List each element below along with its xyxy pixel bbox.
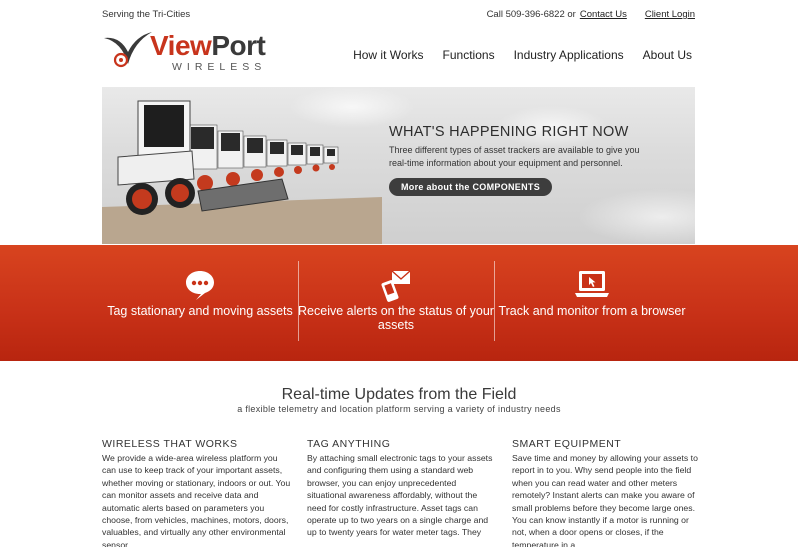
logo-view-text: View <box>150 30 212 61</box>
hero-description: Three different types of asset trackers … <box>389 145 640 168</box>
chat-bubble-icon <box>186 271 214 300</box>
column-heading: TAG ANYTHING <box>307 438 391 450</box>
client-login-link[interactable]: Client Login <box>645 9 695 20</box>
contact-us-link[interactable]: Contact Us <box>580 9 627 20</box>
nav-how-it-works[interactable]: How it Works <box>353 48 423 62</box>
phone-mail-icon <box>381 270 411 302</box>
section-subtitle: a flexible telemetry and location platfo… <box>237 404 561 414</box>
logo-subtitle: WIRELESS <box>172 61 267 73</box>
top-contact: Call 509-396-6822 or Contact Us Client L… <box>487 9 695 20</box>
laptop-icon <box>575 271 609 297</box>
tagline: Serving the Tri-Cities <box>102 9 191 20</box>
logo-wordmark: ViewPort <box>150 30 266 62</box>
top-bar: Serving the Tri-Cities Call 509-396-6822… <box>0 0 798 28</box>
column-wireless: WIRELESS THAT WORKS We provide a wide-ar… <box>102 438 292 547</box>
feature-label: Tag stationary and moving assets <box>107 304 293 318</box>
nav-industry-applications[interactable]: Industry Applications <box>514 48 624 62</box>
feature-track-monitor[interactable]: Track and monitor from a browser <box>494 245 690 361</box>
nav-about-us[interactable]: About Us <box>643 48 692 62</box>
components-button[interactable]: More about the COMPONENTS <box>389 178 553 196</box>
column-tag-anything: TAG ANYTHING By attaching small electron… <box>307 438 497 539</box>
main-nav: How it Works Functions Industry Applicat… <box>353 48 692 62</box>
phone-text: Call 509-396-6822 or <box>486 9 576 20</box>
logo-port-text: Port <box>211 30 266 61</box>
column-heading: SMART EQUIPMENT <box>512 438 622 450</box>
feature-receive-alerts[interactable]: Receive alerts on the status of your ass… <box>298 245 494 361</box>
features-band: Tag stationary and moving assets Receive… <box>0 245 798 361</box>
feature-tag-assets[interactable]: Tag stationary and moving assets <box>102 245 298 361</box>
column-body: By attaching small electronic tags to yo… <box>307 453 493 538</box>
column-body: We provide a wide-area wireless platform… <box>102 453 291 547</box>
column-smart-equipment: SMART EQUIPMENT Save time and money by a… <box>512 438 702 547</box>
column-heading: WIRELESS THAT WORKS <box>102 438 238 450</box>
logo-mark-icon <box>104 32 152 68</box>
section-title: Real-time Updates from the Field <box>281 386 517 403</box>
hero-banner: WHAT'S HAPPENING RIGHT NOW Three differe… <box>102 87 695 244</box>
feature-label: Track and monitor from a browser <box>498 304 686 318</box>
column-body: Save time and money by allowing your ass… <box>512 453 698 547</box>
skid-steer-loaders-image <box>102 100 382 244</box>
feature-label: Receive alerts on the status of your ass… <box>298 304 494 332</box>
hero-title: WHAT'S HAPPENING RIGHT NOW <box>389 124 629 140</box>
logo[interactable]: ViewPort WIRELESS <box>102 28 292 76</box>
nav-functions[interactable]: Functions <box>443 48 495 62</box>
